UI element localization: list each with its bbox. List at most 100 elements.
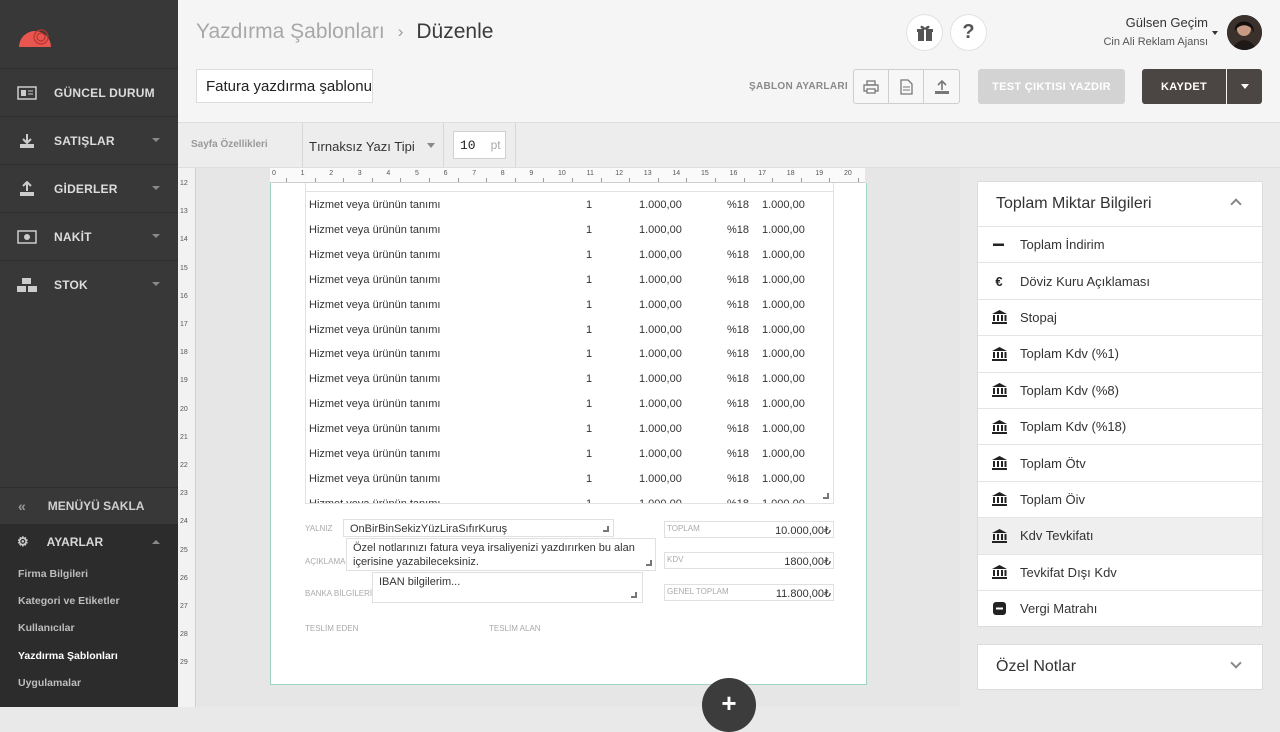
ruler-tick-label: 5 bbox=[415, 170, 419, 177]
ruler-tick-label: 6 bbox=[443, 170, 448, 177]
settings-item-uygulamalar[interactable]: Uygulamalar bbox=[0, 670, 178, 697]
export-button[interactable] bbox=[924, 70, 959, 103]
yalniz-label: YALNIZ bbox=[305, 524, 333, 533]
ruler-tick-label: 1 bbox=[300, 170, 305, 177]
save-dropdown-button[interactable] bbox=[1227, 69, 1262, 104]
table-row[interactable]: Hizmet veya ürünün tanımı 1 1.000,00 %18 1.0… bbox=[306, 365, 833, 390]
totals-item[interactable]: Toplam Kdv (%8) bbox=[978, 371, 1262, 408]
totals-item[interactable]: € Döviz Kuru Açıklaması bbox=[978, 262, 1262, 298]
nav-guncel-durum[interactable]: GÜNCEL DURUM bbox=[0, 68, 178, 116]
nav-satislar[interactable]: SATIŞLAR bbox=[0, 116, 178, 164]
settings-item-kullanicilar[interactable]: Kullanıcılar bbox=[0, 615, 178, 642]
help-button[interactable]: ? bbox=[951, 15, 986, 50]
table-row[interactable]: Hizmet veya ürünün tanımı 1 1.000,00 %18 1.0… bbox=[306, 490, 833, 503]
resize-handle-icon[interactable] bbox=[823, 493, 829, 499]
nav-stok[interactable]: STOK bbox=[0, 260, 178, 308]
user-menu[interactable]: Gülsen Geçim Cin Ali Reklam Ajansı bbox=[1103, 15, 1218, 48]
ruler-tick bbox=[314, 178, 316, 182]
item-total: 1.000,00 bbox=[762, 373, 805, 386]
table-row[interactable]: Hizmet veya ürünün tanımı 1 1.000,00 %18 1.0… bbox=[306, 440, 833, 465]
breadcrumb-parent[interactable]: Yazdırma Şablonları bbox=[196, 20, 385, 44]
hide-menu-button[interactable]: « MENÜYÜ SAKLA bbox=[0, 487, 178, 524]
settings-toggle[interactable]: ⚙ AYARLAR bbox=[0, 524, 178, 560]
font-size-input[interactable]: 10 pt bbox=[453, 131, 506, 159]
ruler-tick-label: 23 bbox=[180, 490, 188, 498]
item-qty: 1 bbox=[586, 273, 593, 286]
settings-item-yazdirma[interactable]: Yazdırma Şablonları bbox=[0, 642, 178, 669]
table-row[interactable]: Hizmet veya ürünün tanımı 1 1.000,00 %18 1.0… bbox=[306, 390, 833, 415]
totals-item[interactable]: Toplam Öiv bbox=[978, 480, 1262, 517]
yalniz-field[interactable]: OnBirBinSekizYüzLiraSıfırKuruş bbox=[343, 519, 614, 537]
ruler-tick-label: 16 bbox=[180, 292, 188, 300]
table-row[interactable]: Hizmet veya ürünün tanımı 1 1.000,00 %18 1.0… bbox=[306, 340, 833, 365]
minus-box-icon bbox=[978, 602, 1020, 616]
logo-icon[interactable] bbox=[17, 19, 53, 54]
nav-giderler[interactable]: GİDERLER bbox=[0, 164, 178, 212]
table-row[interactable]: Hizmet veya ürünün tanımı 1 1.000,00 %18 1.0… bbox=[306, 191, 833, 216]
totals-item[interactable]: Toplam Kdv (%1) bbox=[978, 335, 1262, 371]
banka-field[interactable]: IBAN bilgilerim... bbox=[372, 572, 643, 603]
item-qty: 1 bbox=[586, 472, 593, 485]
template-name-input[interactable]: Fatura yazdırma şablonu bbox=[196, 69, 373, 103]
items-table[interactable]: Hizmet veya ürünün tanımı 1 1.000,00 %18 1.0… bbox=[305, 183, 834, 504]
minus-icon bbox=[978, 243, 1020, 247]
ruler-tick-label: 29 bbox=[180, 659, 188, 667]
item-desc: Hizmet veya ürünün tanımı bbox=[309, 248, 441, 261]
test-print-button[interactable]: TEST ÇIKTISI YAZDIR bbox=[978, 69, 1125, 104]
toplam-box[interactable]: TOPLAM 10.000,00₺ bbox=[664, 521, 834, 538]
bank-icon bbox=[978, 383, 1020, 398]
settings-item-firma[interactable]: Firma Bilgileri bbox=[0, 560, 178, 587]
settings-item-kategori[interactable]: Kategori ve Etiketler bbox=[0, 587, 178, 614]
totals-panel-title: Toplam Miktar Bilgileri bbox=[996, 195, 1152, 212]
caret-down-icon[interactable] bbox=[427, 143, 435, 148]
genel-toplam-box[interactable]: GENEL TOPLAM 11.800,00₺ bbox=[664, 584, 834, 601]
font-select[interactable]: Tırnaksız Yazı Tipi bbox=[309, 139, 415, 154]
totals-item[interactable]: Kdv Tevkifatı bbox=[978, 517, 1262, 554]
table-row[interactable]: Hizmet veya ürünün tanımı 1 1.000,00 %18 1.0… bbox=[306, 291, 833, 316]
aciklama-field[interactable]: Özel notlarınızı fatura veya irsaliyeniz… bbox=[346, 538, 656, 571]
resize-handle-icon[interactable] bbox=[603, 526, 609, 532]
table-row[interactable]: Hizmet veya ürünün tanımı 1 1.000,00 %18 1.0… bbox=[306, 266, 833, 291]
table-row[interactable]: Hizmet veya ürünün tanımı 1 1.000,00 %18 1.0… bbox=[306, 316, 833, 341]
item-price: 1.000,00 bbox=[639, 248, 682, 261]
totals-item-label: Döviz Kuru Açıklaması bbox=[1020, 273, 1151, 289]
ruler-tick-label: 21 bbox=[180, 433, 188, 441]
euro-icon: € bbox=[995, 273, 1003, 289]
resize-handle-icon[interactable] bbox=[646, 560, 652, 566]
resize-handle-icon[interactable] bbox=[631, 592, 637, 598]
add-element-button[interactable]: + bbox=[702, 678, 756, 732]
kdv-value: 1800,00₺ bbox=[784, 556, 831, 568]
ruler-tick-label: 18 bbox=[786, 170, 795, 177]
totals-item[interactable]: Toplam İndirim bbox=[978, 226, 1262, 262]
totals-item[interactable]: Toplam Kdv (%18) bbox=[978, 407, 1262, 444]
totals-item-label: Toplam Kdv (%1) bbox=[1020, 346, 1119, 362]
totals-item[interactable]: Toplam Ötv bbox=[978, 444, 1262, 480]
nav-nakit[interactable]: NAKİT bbox=[0, 212, 178, 260]
table-row[interactable]: Hizmet veya ürünün tanımı 1 1.000,00 %18 1.0… bbox=[306, 216, 833, 241]
chevron-down-icon bbox=[152, 138, 160, 142]
kdv-box[interactable]: KDV 1800,00₺ bbox=[664, 552, 834, 569]
gift-button[interactable] bbox=[907, 15, 942, 50]
totals-panel-header[interactable]: Toplam Miktar Bilgileri bbox=[978, 182, 1262, 226]
ruler-tick bbox=[743, 178, 745, 182]
notes-panel-header[interactable]: Özel Notlar bbox=[978, 645, 1262, 689]
upload-icon bbox=[934, 79, 949, 94]
totals-item[interactable]: Stopaj bbox=[978, 298, 1262, 335]
table-row[interactable]: Hizmet veya ürünün tanımı 1 1.000,00 %18 1.0… bbox=[306, 465, 833, 490]
item-qty: 1 bbox=[586, 199, 593, 211]
print-button[interactable] bbox=[854, 70, 889, 103]
avatar[interactable] bbox=[1227, 15, 1262, 50]
table-row[interactable]: Hizmet veya ürünün tanımı 1 1.000,00 %18 1.0… bbox=[306, 241, 833, 266]
table-row[interactable]: Hizmet veya ürünün tanımı 1 1.000,00 %18 1.0… bbox=[306, 415, 833, 440]
template-settings-buttons bbox=[853, 69, 960, 104]
totals-item-label: Toplam Öiv bbox=[1020, 491, 1086, 507]
main-nav: GÜNCEL DURUM SATIŞLAR GİDERLER NAKİT STO… bbox=[0, 68, 178, 308]
save-button[interactable]: KAYDET bbox=[1142, 69, 1226, 104]
document-button[interactable] bbox=[889, 70, 924, 103]
totals-item[interactable]: Vergi Matrahı bbox=[978, 589, 1262, 626]
company-name: Cin Ali Reklam Ajansı bbox=[1103, 36, 1208, 48]
print-page: Hizmet veya ürünün tanımı 1 1.000,00 %18 1.0… bbox=[270, 183, 867, 685]
totals-item[interactable]: Tevkifat Dışı Kdv bbox=[978, 553, 1262, 590]
genel-toplam-label: GENEL TOPLAM bbox=[667, 587, 729, 596]
right-panel: Toplam Miktar Bilgileri Toplam İndirim € D… bbox=[960, 168, 1280, 707]
